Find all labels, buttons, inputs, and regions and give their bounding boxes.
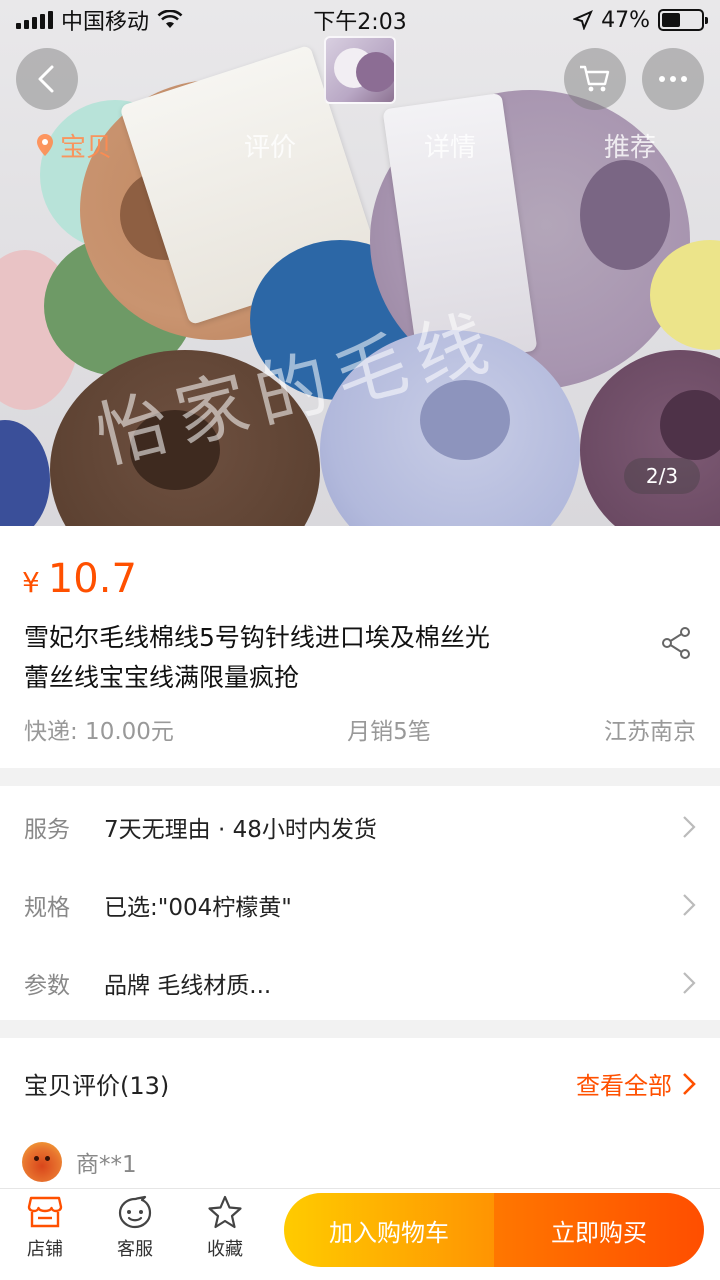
- favorite-button[interactable]: 收藏: [190, 1195, 260, 1261]
- signal-icon: [16, 11, 53, 29]
- row-value: 已选:"004柠檬黄": [104, 895, 292, 921]
- carrier-name: 中国移动: [61, 10, 150, 35]
- star-icon: [208, 1195, 242, 1229]
- more-button[interactable]: [642, 48, 704, 110]
- battery-icon: [658, 9, 708, 31]
- view-all-reviews-link[interactable]: 查看全部: [576, 1066, 696, 1101]
- row-value: 品牌 毛线材质...: [104, 973, 272, 999]
- status-bar: 中国移动 下午2:03 47%: [0, 0, 720, 40]
- chevron-right-icon: [683, 816, 696, 838]
- product-title-line: 雪妃尔毛线棉线5号钩针线进口埃及棉丝光: [24, 623, 490, 652]
- row-value: 7天无理由 · 48小时内发货: [104, 817, 377, 843]
- cart-icon: [580, 65, 610, 92]
- shipping-fee: 快递: 10.00元: [24, 719, 174, 745]
- tab-label: 详情: [424, 132, 477, 163]
- image-pager: 2/3: [624, 458, 700, 494]
- ship-from-location: 江苏南京: [603, 719, 696, 745]
- bottom-action-bar: 店铺 客服 收藏 加入购物车 立即购买: [0, 1188, 720, 1280]
- tab-label: 推荐: [604, 132, 657, 163]
- customer-service-label: 客服: [117, 1239, 153, 1260]
- product-title-line: 蕾丝线宝宝线满限量疯抢: [24, 663, 300, 692]
- chevron-right-icon: [683, 894, 696, 916]
- chevron-right-icon: [683, 1072, 696, 1095]
- more-icon: [659, 76, 687, 82]
- tab-reviews[interactable]: 评价: [244, 127, 296, 164]
- tab-recommend[interactable]: 推荐: [604, 127, 656, 164]
- row-label: 服务: [24, 817, 70, 843]
- reviews-title: 宝贝评价(13): [24, 1072, 170, 1100]
- view-all-label: 查看全部: [576, 1072, 672, 1100]
- customer-service-button[interactable]: 客服: [100, 1195, 170, 1261]
- shop-icon: [27, 1196, 63, 1228]
- review-item: 商**1: [22, 1142, 137, 1182]
- service-row[interactable]: 服务 7天无理由 · 48小时内发货: [0, 788, 720, 866]
- avatar: [22, 1142, 62, 1182]
- row-label: 参数: [24, 973, 70, 999]
- back-button[interactable]: [16, 48, 78, 110]
- yarn-ball-navy: [0, 420, 50, 526]
- customer-service-icon: [118, 1195, 152, 1229]
- spec-row[interactable]: 规格 已选:"004柠檬黄": [0, 866, 720, 944]
- tab-label: 评价: [244, 132, 297, 163]
- tab-label: 宝贝: [60, 132, 113, 163]
- favorite-label: 收藏: [207, 1239, 243, 1260]
- reviews-section: 宝贝评价(13) 查看全部 商**1: [0, 1038, 720, 1188]
- thumbnail-yarn: [356, 52, 394, 92]
- product-info: ¥ 10.7 雪妃尔毛线棉线5号钩针线进口埃及棉丝光 蕾丝线宝宝线满限量疯抢 快…: [0, 526, 720, 768]
- shop-button[interactable]: 店铺: [10, 1195, 80, 1261]
- back-icon: [38, 65, 54, 93]
- price: ¥ 10.7: [22, 556, 137, 602]
- wifi-icon: [157, 10, 183, 28]
- buy-now-button[interactable]: 立即购买: [494, 1193, 704, 1267]
- service-section: 服务 7天无理由 · 48小时内发货 规格 已选:"004柠檬黄" 参数 品牌 …: [0, 786, 720, 1020]
- location-arrow-icon: [573, 10, 594, 30]
- battery-percent: 47%: [601, 7, 650, 33]
- clock: 下午2:03: [313, 10, 407, 35]
- section-tabs: 宝贝 评价 详情 推荐: [0, 122, 720, 168]
- shop-label: 店铺: [27, 1239, 63, 1260]
- share-icon: [662, 627, 690, 659]
- location-pin-icon: [37, 134, 53, 156]
- cart-button[interactable]: [564, 48, 626, 110]
- currency-symbol: ¥: [22, 566, 40, 599]
- price-value: 10.7: [47, 556, 137, 602]
- monthly-sales: 月销5笔: [347, 719, 431, 745]
- product-meta: 快递: 10.00元 月销5笔 江苏南京: [24, 712, 696, 746]
- tab-baobei[interactable]: 宝贝: [36, 127, 112, 164]
- image-thumbnail[interactable]: [324, 36, 396, 104]
- chevron-right-icon: [683, 972, 696, 994]
- tab-details[interactable]: 详情: [424, 127, 476, 164]
- share-button[interactable]: [660, 626, 692, 664]
- row-label: 规格: [24, 895, 70, 921]
- add-to-cart-button[interactable]: 加入购物车: [284, 1193, 494, 1267]
- reviewer-name: 商**1: [76, 1152, 137, 1178]
- yarn-ball-plum: [580, 350, 720, 526]
- product-title: 雪妃尔毛线棉线5号钩针线进口埃及棉丝光 蕾丝线宝宝线满限量疯抢: [24, 618, 604, 698]
- params-row[interactable]: 参数 品牌 毛线材质...: [0, 944, 720, 1022]
